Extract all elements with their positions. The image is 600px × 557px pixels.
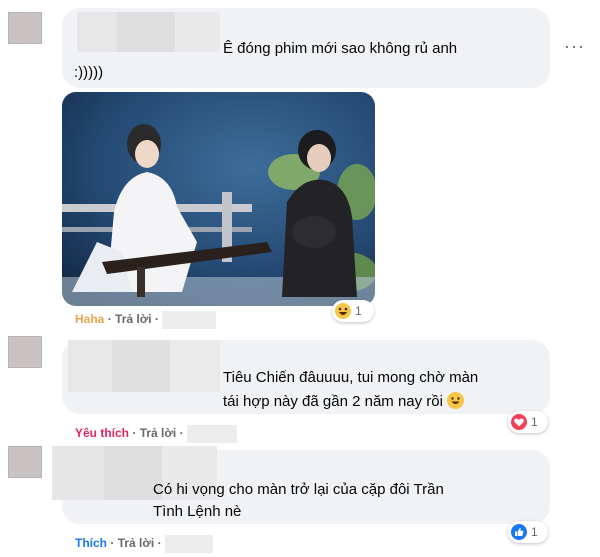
reply-link[interactable]: Trả lời [115,312,152,326]
comment-text-line: tái hợp này đã gần 2 năm nay rồi [223,391,465,412]
reaction-count-badge[interactable]: 1 [508,521,548,543]
avatar[interactable] [8,12,42,44]
author-name-redacted[interactable] [68,340,220,392]
timestamp-redacted[interactable] [186,425,237,443]
comment-text-line: Tình Lệnh nè [153,503,242,520]
reply-link[interactable]: Trả lời [140,426,177,440]
comment-text-line: Ê đóng phim mới sao không rủ anh [223,40,458,57]
photo-image [62,92,375,306]
comment-text-line: Tiêu Chiến đâuuuu, tui mong chờ màn [223,369,479,386]
timestamp-redacted[interactable] [164,535,213,553]
comment-text-line: Có hi vọng cho màn trở lại của cặp đôi T… [153,481,444,498]
comment-actions: Haha · Trả lời · [75,311,217,329]
author-name-redacted[interactable] [77,12,220,52]
timestamp-redacted[interactable] [162,311,217,329]
photo-attachment[interactable] [62,92,375,306]
reaction-link[interactable]: Thích [75,536,107,550]
reply-link[interactable]: Trả lời [118,536,155,550]
love-heart-icon [511,414,527,430]
separator: · [179,426,184,441]
reaction-link[interactable]: Haha [75,312,104,326]
like-thumb-icon [511,524,527,540]
reaction-link[interactable]: Yêu thích [75,426,129,440]
separator: · [157,536,162,551]
haha-emoji-icon [335,303,351,319]
more-horizontal-icon[interactable]: ··· [564,36,585,57]
separator: · [154,312,159,327]
grinning-emoji-icon [447,392,465,409]
avatar[interactable] [8,336,42,368]
comment-actions: Yêu thích · Trả lời · [75,425,237,443]
avatar[interactable] [8,446,42,478]
separator: · [107,312,112,327]
comment-text-line: :))))) [74,64,104,81]
comment-actions: Thích · Trả lời · [75,535,213,553]
separator: · [110,536,115,551]
reaction-count-badge[interactable]: 1 [508,411,548,433]
reaction-count-badge[interactable]: 1 [332,300,374,322]
separator: · [132,426,137,441]
